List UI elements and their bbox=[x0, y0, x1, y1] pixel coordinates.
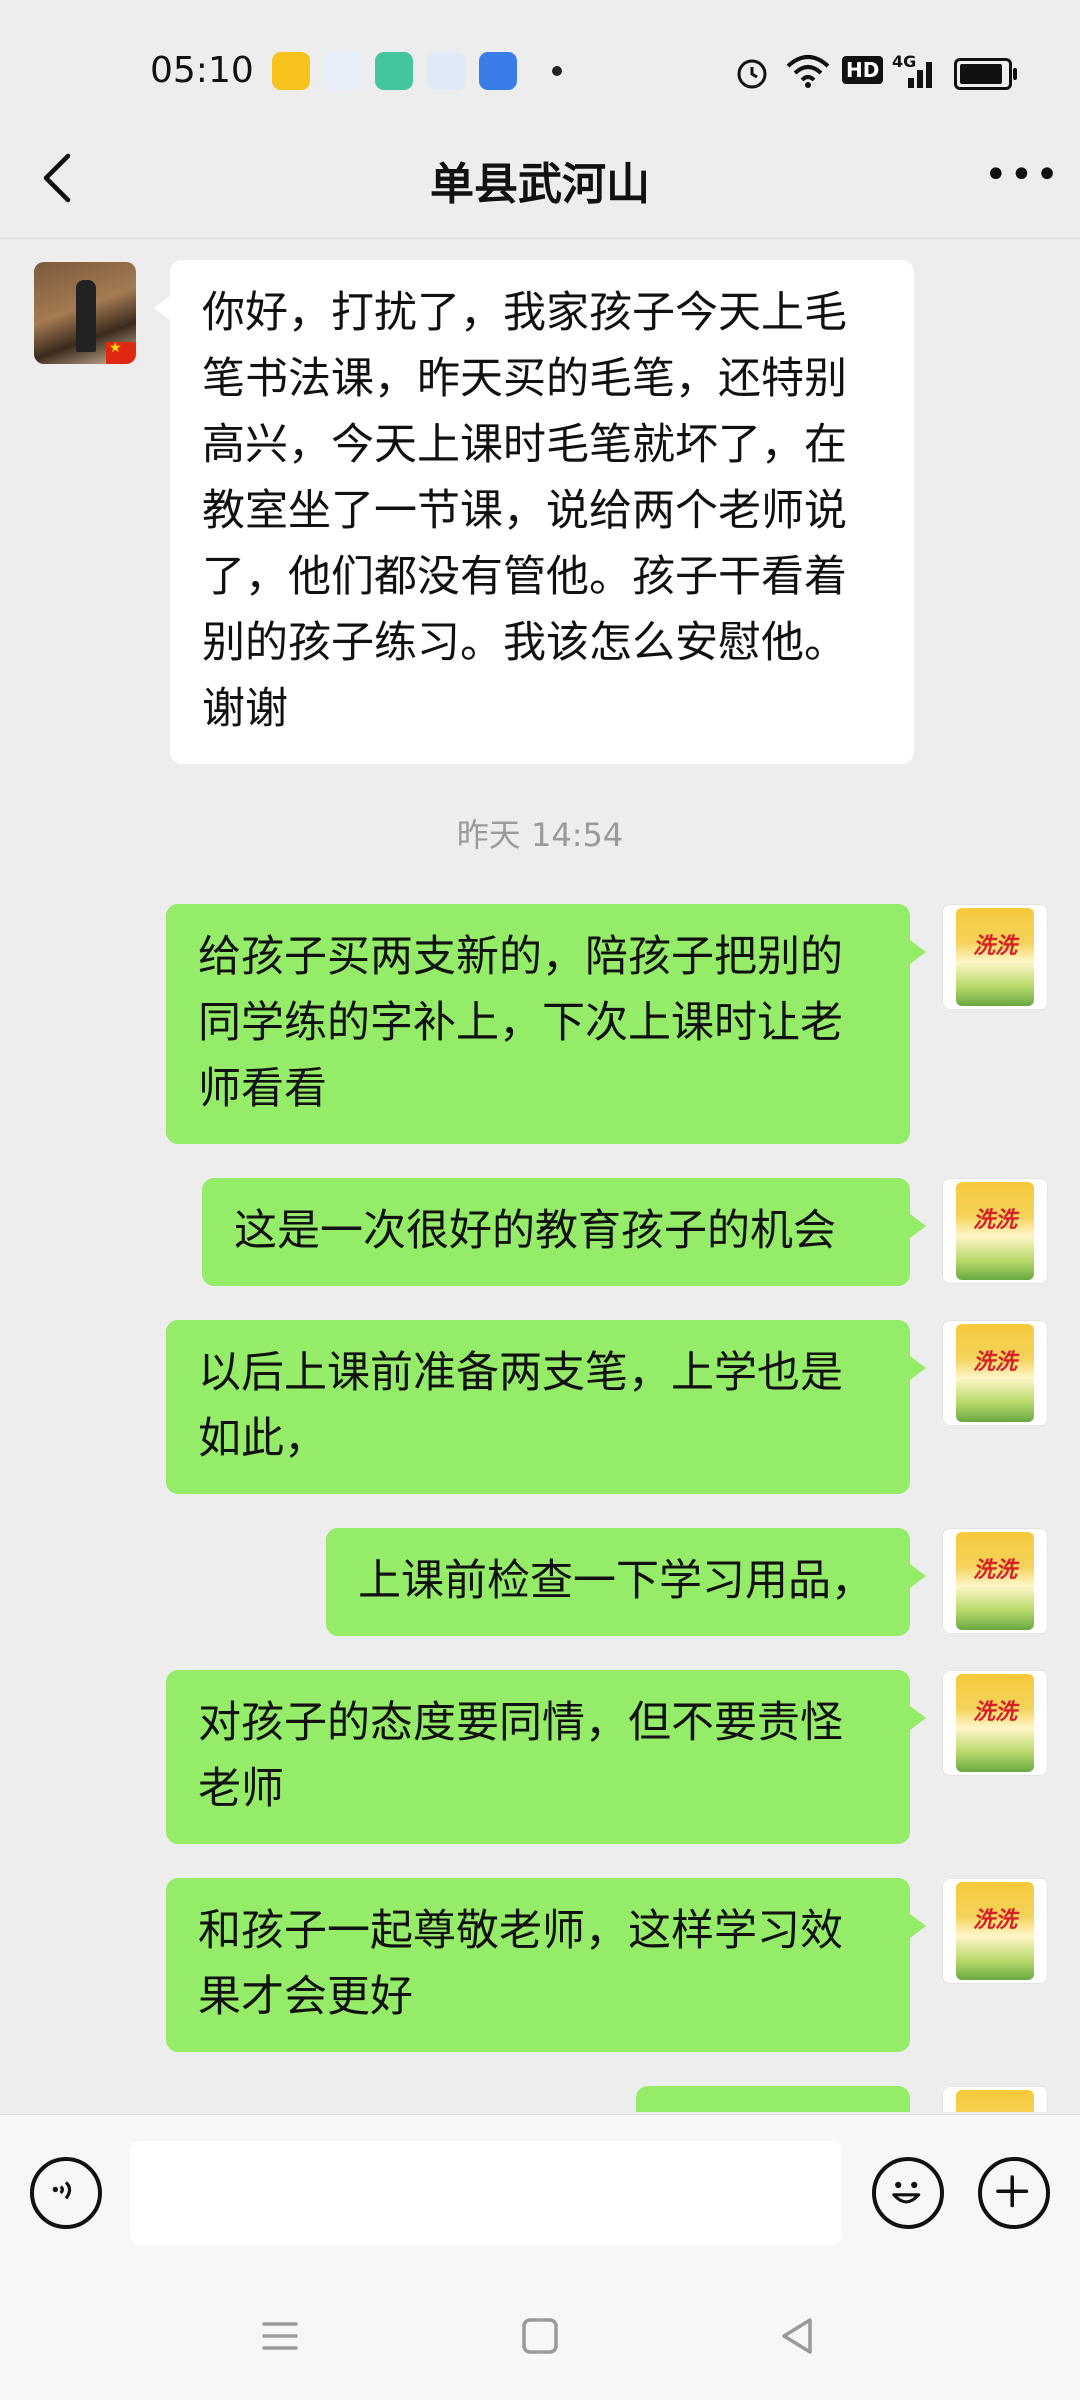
app-notification-icon bbox=[375, 52, 413, 90]
message-bubble-outgoing-partial[interactable] bbox=[636, 2086, 910, 2112]
more-notifications-dot bbox=[552, 66, 562, 76]
my-avatar[interactable]: 洗洗 bbox=[942, 1670, 1048, 1776]
status-bar: 05:10 HD 4G bbox=[0, 0, 1080, 140]
browser-app-icon bbox=[324, 52, 362, 90]
message-bubble-outgoing[interactable]: 这是一次很好的教育孩子的机会 bbox=[202, 1178, 926, 1286]
message-bubble-outgoing[interactable]: 对孩子的态度要同情，但不要责怪老师 bbox=[166, 1670, 926, 1844]
emoji-icon[interactable] bbox=[872, 2157, 944, 2229]
app-switch-icon bbox=[479, 52, 517, 90]
qq-browser-icon bbox=[427, 52, 465, 90]
nav-back-icon[interactable] bbox=[776, 2314, 820, 2358]
chat-message-list[interactable]: 你好，打扰了，我家孩子今天上毛笔书法课，昨天买的毛笔，还特别高兴，今天上课时毛笔… bbox=[0, 240, 1080, 2112]
voice-icon[interactable] bbox=[30, 2157, 102, 2229]
my-avatar[interactable]: 洗洗 bbox=[942, 1320, 1048, 1426]
system-nav-bar bbox=[0, 2274, 1080, 2400]
message-input[interactable] bbox=[130, 2141, 842, 2245]
chat-header: 单县武河山 ••• bbox=[0, 120, 1080, 239]
message-bubble-outgoing[interactable]: 给孩子买两支新的，陪孩子把别的同学练的字补上，下次上课时让老师看看 bbox=[166, 904, 926, 1144]
status-time: 05:10 bbox=[150, 50, 254, 91]
signal-icon bbox=[908, 62, 932, 88]
china-flag-icon bbox=[106, 340, 136, 364]
contact-avatar[interactable] bbox=[34, 262, 136, 364]
nav-home-icon[interactable] bbox=[518, 2314, 562, 2358]
message-input-bar bbox=[0, 2114, 1080, 2275]
message-bubble-outgoing[interactable]: 上课前检查一下学习用品， bbox=[326, 1528, 926, 1636]
my-avatar[interactable]: 洗洗 bbox=[942, 1528, 1048, 1634]
message-bubble-outgoing[interactable]: 以后上课前准备两支笔，上学也是如此， bbox=[166, 1320, 926, 1494]
notes-app-icon bbox=[272, 52, 310, 90]
alarm-icon bbox=[737, 59, 767, 89]
nav-menu-icon[interactable] bbox=[258, 2314, 302, 2358]
message-timestamp: 昨天 14:54 bbox=[456, 816, 624, 854]
battery-icon bbox=[954, 58, 1017, 90]
my-avatar[interactable]: 洗洗 bbox=[942, 2086, 1048, 2112]
hd-badge: HD bbox=[842, 56, 884, 84]
message-bubble-incoming[interactable]: 你好，打扰了，我家孩子今天上毛笔书法课，昨天买的毛笔，还特别高兴，今天上课时毛笔… bbox=[154, 260, 914, 764]
my-avatar[interactable]: 洗洗 bbox=[942, 1178, 1048, 1284]
wifi-icon bbox=[786, 55, 830, 88]
plus-icon[interactable] bbox=[978, 2157, 1050, 2229]
more-options-icon[interactable]: ••• bbox=[984, 155, 1059, 195]
my-avatar[interactable]: 洗洗 bbox=[942, 1878, 1048, 1984]
chat-title: 单县武河山 bbox=[430, 159, 650, 210]
message-bubble-outgoing[interactable]: 和孩子一起尊敬老师，这样学习效果才会更好 bbox=[166, 1878, 926, 2052]
my-avatar[interactable]: 洗洗 bbox=[942, 904, 1048, 1010]
